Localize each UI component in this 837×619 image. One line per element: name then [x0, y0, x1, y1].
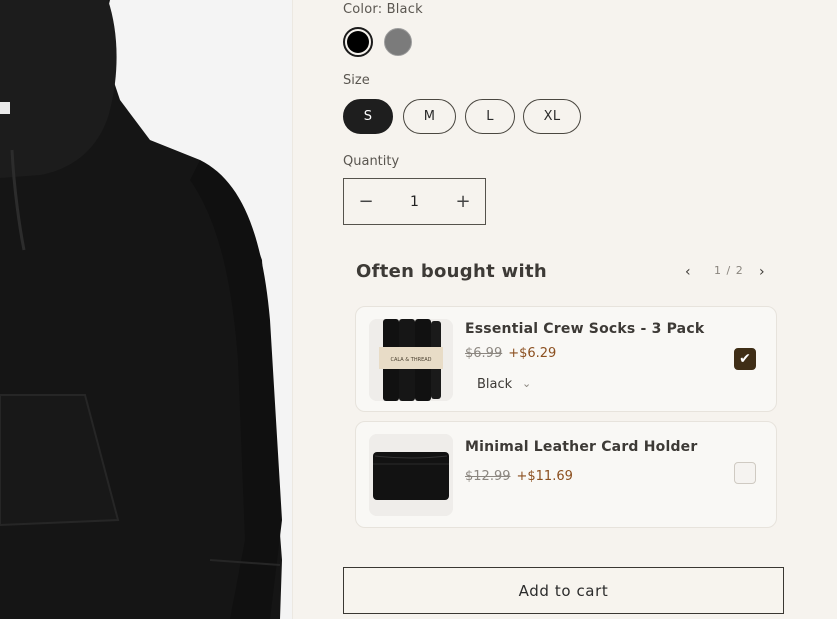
card-holder-image: [369, 434, 453, 516]
socks-image: CALA & THREAD: [369, 319, 453, 401]
add-to-cart-button[interactable]: Add to cart: [343, 567, 784, 614]
quantity-label: Quantity: [343, 154, 400, 169]
color-swatch-black[interactable]: [343, 27, 373, 57]
item-name[interactable]: Minimal Leather Card Holder: [465, 439, 697, 455]
size-option-xl[interactable]: XL: [523, 99, 581, 134]
color-swatch-grey[interactable]: [384, 28, 412, 56]
card-holder-thumbnail[interactable]: [369, 434, 453, 516]
item-name[interactable]: Essential Crew Socks - 3 Pack: [465, 321, 704, 337]
original-price: $6.99: [465, 346, 503, 361]
recommendation-card: Minimal Leather Card Holder $12.99 +$11.6…: [355, 421, 777, 528]
socks-thumbnail[interactable]: CALA & THREAD: [369, 319, 453, 401]
often-bought-title: Often bought with: [356, 261, 547, 282]
add-item-checkbox[interactable]: [734, 462, 756, 484]
discount-price: +$11.69: [516, 469, 573, 484]
checkmark-icon: ✔: [739, 351, 751, 367]
minus-icon[interactable]: −: [344, 191, 388, 212]
carousel-pager: 1 / 2: [714, 264, 744, 277]
size-option-s[interactable]: S: [343, 99, 393, 134]
size-option-l[interactable]: L: [465, 99, 515, 134]
add-item-checkbox[interactable]: ✔: [734, 348, 756, 370]
size-label: Size: [343, 73, 370, 88]
original-price: $12.99: [465, 469, 511, 484]
discount-price: +$6.29: [508, 346, 557, 361]
plus-icon[interactable]: +: [441, 191, 485, 212]
variant-select[interactable]: Black ⌄: [477, 377, 531, 392]
quantity-stepper: − 1 +: [343, 178, 486, 225]
product-image[interactable]: [0, 0, 293, 619]
size-option-m[interactable]: M: [403, 99, 456, 134]
variant-value: Black: [477, 377, 513, 392]
color-label: Color: Black: [343, 2, 423, 17]
item-price: $6.99 +$6.29: [465, 346, 556, 361]
socks-brand-label: CALA & THREAD: [390, 357, 431, 363]
chevron-right-icon[interactable]: ›: [759, 264, 765, 280]
chevron-down-icon: ⌄: [522, 377, 532, 390]
item-price: $12.99 +$11.69: [465, 469, 573, 484]
chevron-left-icon[interactable]: ‹: [685, 264, 691, 280]
recommendation-card: CALA & THREAD Essential Crew Socks - 3 P…: [355, 306, 777, 412]
quantity-input[interactable]: 1: [388, 194, 441, 210]
hoodie-image: [0, 0, 292, 619]
